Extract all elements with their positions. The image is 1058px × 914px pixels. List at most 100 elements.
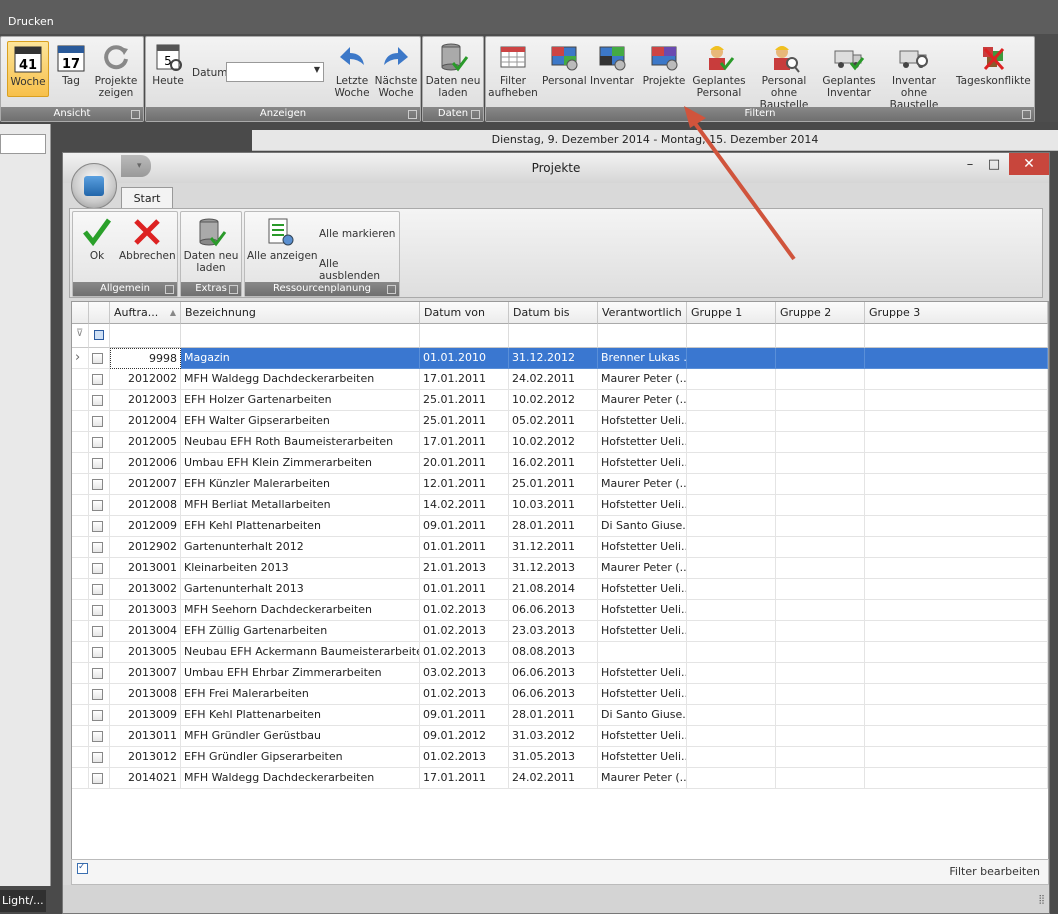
row-checkbox[interactable] [92, 668, 103, 679]
table-row[interactable]: 2014021 MFH Waldegg Dachdeckerarbeiten 17.… [72, 768, 1048, 789]
column-header[interactable]: Datum von [420, 302, 509, 324]
alle-ausblenden-button[interactable]: Alle ausblenden [319, 258, 399, 282]
column-header[interactable]: Verantwortlich [598, 302, 687, 324]
table-row[interactable]: 2012008 MFH Berliat Metallarbeiten 14.02.2… [72, 495, 1048, 516]
row-checkbox[interactable] [92, 584, 103, 595]
row-checkbox[interactable] [92, 731, 103, 742]
naechste-woche-button[interactable]: Nächste Woche [374, 41, 418, 99]
row-checkbox[interactable] [92, 605, 103, 616]
tab-start[interactable]: Start [121, 187, 173, 210]
table-row[interactable]: 2013012 EFH Gründler Gipserarbeiten 01.02.… [72, 747, 1048, 768]
dialog-launcher-icon[interactable] [408, 110, 417, 119]
outer-left-bottom-tab[interactable]: Light/... [0, 890, 46, 912]
row-checkbox[interactable] [92, 647, 103, 658]
filter-cell[interactable] [865, 324, 1048, 348]
table-row[interactable]: 2013007 Umbau EFH Ehrbar Zimmerarbeiten 03… [72, 663, 1048, 684]
table-row[interactable]: 2013011 MFH Gründler Gerüstbau 09.01.2012 3… [72, 726, 1048, 747]
alle-markieren-button[interactable]: Alle markieren [319, 228, 395, 240]
filter-cell[interactable] [687, 324, 776, 348]
row-checkbox[interactable] [92, 689, 103, 700]
filter-cell[interactable] [776, 324, 865, 348]
table-row[interactable]: 2012002 MFH Waldegg Dachdeckerarbeiten 17.… [72, 369, 1048, 390]
window-daten-neu-laden-button[interactable]: Daten neu laden [183, 216, 239, 274]
row-checkbox[interactable] [92, 479, 103, 490]
inventar-ohne-baustelle-button[interactable]: Inventar ohne Baustelle [878, 41, 950, 111]
row-checkbox[interactable] [92, 395, 103, 406]
qat-dropdown-icon[interactable]: ▾ [137, 161, 142, 171]
table-row[interactable]: 2013009 EFH Kehl Plattenarbeiten 09.01.201… [72, 705, 1048, 726]
filter-row-toggle-cell[interactable] [89, 324, 110, 348]
row-checkbox[interactable] [92, 563, 103, 574]
column-header[interactable]: Bezeichnung [181, 302, 420, 324]
table-row[interactable]: › 9998 Magazin 01.01.2010 31.12.2012 Brenner … [72, 348, 1048, 369]
row-checkbox[interactable] [92, 773, 103, 784]
row-checkbox[interactable] [92, 626, 103, 637]
personal-filter-button[interactable]: Personal [542, 41, 587, 87]
datum-select[interactable]: ▼ [226, 62, 324, 82]
daten-neu-laden-button[interactable]: Daten neu laden [425, 41, 481, 99]
abbrechen-button[interactable]: Abbrechen [119, 216, 176, 262]
filter-bearbeiten-link[interactable]: Filter bearbeiten [949, 865, 1040, 878]
dialog-launcher-icon[interactable] [471, 110, 480, 119]
alle-anzeigen-button[interactable]: Alle anzeigen [247, 216, 318, 262]
filter-toggle-icon[interactable] [94, 330, 104, 340]
table-row[interactable]: 2012006 Umbau EFH Klein Zimmerarbeiten 20.… [72, 453, 1048, 474]
table-row[interactable]: 2013005 Neubau EFH Ackermann Baumeisterar… [72, 642, 1048, 663]
row-checkbox[interactable] [92, 374, 103, 385]
column-header[interactable]: Auftra... ▲ [110, 302, 181, 324]
table-row[interactable]: 2013008 EFH Frei Malerarbeiten 01.02.2013 0… [72, 684, 1048, 705]
column-header[interactable]: Gruppe 2 [776, 302, 865, 324]
table-row[interactable]: 2012009 EFH Kehl Plattenarbeiten 09.01.201… [72, 516, 1048, 537]
dialog-launcher-icon[interactable] [387, 285, 396, 294]
heute-button[interactable]: 5 Heute [150, 41, 186, 87]
resize-grip-icon[interactable]: ⣿ [1038, 895, 1045, 905]
row-checkbox[interactable] [92, 500, 103, 511]
column-header[interactable]: Gruppe 3 [865, 302, 1048, 324]
row-checkbox[interactable] [92, 521, 103, 532]
dialog-launcher-icon[interactable] [229, 285, 238, 294]
table-row[interactable]: 2012005 Neubau EFH Roth Baumeisterarbeite… [72, 432, 1048, 453]
table-row[interactable]: 2013002 Gartenunterhalt 2013 01.01.2011 21.… [72, 579, 1048, 600]
maximize-button[interactable]: □ [981, 155, 1007, 175]
filter-cell[interactable] [509, 324, 598, 348]
projekte-filter-button[interactable]: Projekte [640, 41, 688, 87]
letzte-woche-button[interactable]: Letzte Woche [332, 41, 372, 99]
row-checkbox[interactable] [92, 437, 103, 448]
woche-button[interactable]: 41 Woche [7, 41, 49, 97]
filter-cell[interactable] [598, 324, 687, 348]
menu-drucken[interactable]: Drucken [8, 15, 54, 28]
filter-cell[interactable] [110, 324, 181, 348]
table-row[interactable]: 2013001 Kleinarbeiten 2013 21.01.2013 31.12… [72, 558, 1048, 579]
minimize-button[interactable]: – [957, 155, 983, 175]
filter-aufheben-button[interactable]: Filter aufheben [488, 41, 538, 99]
personal-ohne-baustelle-button[interactable]: Personal ohne Baustelle [748, 41, 820, 111]
row-checkbox[interactable] [92, 353, 103, 364]
row-checkbox[interactable] [92, 458, 103, 469]
tag-button[interactable]: 17 Tag [53, 41, 89, 87]
table-row[interactable]: 2013004 EFH Züllig Gartenarbeiten 01.02.20… [72, 621, 1048, 642]
filter-cell[interactable] [420, 324, 509, 348]
table-row[interactable]: 2012902 Gartenunterhalt 2012 01.01.2011 31.… [72, 537, 1048, 558]
column-header[interactable]: Datum bis [509, 302, 598, 324]
dialog-launcher-icon[interactable] [165, 285, 174, 294]
table-row[interactable]: 2013003 MFH Seehorn Dachdeckerarbeiten 01.… [72, 600, 1048, 621]
geplantes-inventar-button[interactable]: Geplantes Inventar [822, 41, 876, 99]
dialog-launcher-icon[interactable] [131, 110, 140, 119]
inventar-filter-button[interactable]: Inventar [590, 41, 634, 87]
table-row[interactable]: 2012007 EFH Künzler Malerarbeiten 12.01.20… [72, 474, 1048, 495]
row-checkbox[interactable] [92, 542, 103, 553]
row-checkbox[interactable] [92, 416, 103, 427]
row-checkbox[interactable] [92, 710, 103, 721]
projekte-zeigen-button[interactable]: Projekte zeigen [93, 41, 139, 99]
ok-button[interactable]: Ok [77, 216, 117, 262]
geplantes-personal-button[interactable]: Geplantes Personal [692, 41, 746, 99]
filter-cell[interactable] [181, 324, 420, 348]
outer-left-input[interactable] [0, 134, 46, 154]
tageskonflikte-button[interactable]: Tageskonflikte [956, 41, 1031, 87]
dialog-launcher-icon[interactable] [1022, 110, 1031, 119]
close-button[interactable]: ✕ [1009, 153, 1049, 175]
table-row[interactable]: 2012003 EFH Holzer Gartenarbeiten 25.01.20… [72, 390, 1048, 411]
column-header[interactable]: Gruppe 1 [687, 302, 776, 324]
table-row[interactable]: 2012004 EFH Walter Gipserarbeiten 25.01.20… [72, 411, 1048, 432]
application-orb-button[interactable] [71, 163, 117, 209]
